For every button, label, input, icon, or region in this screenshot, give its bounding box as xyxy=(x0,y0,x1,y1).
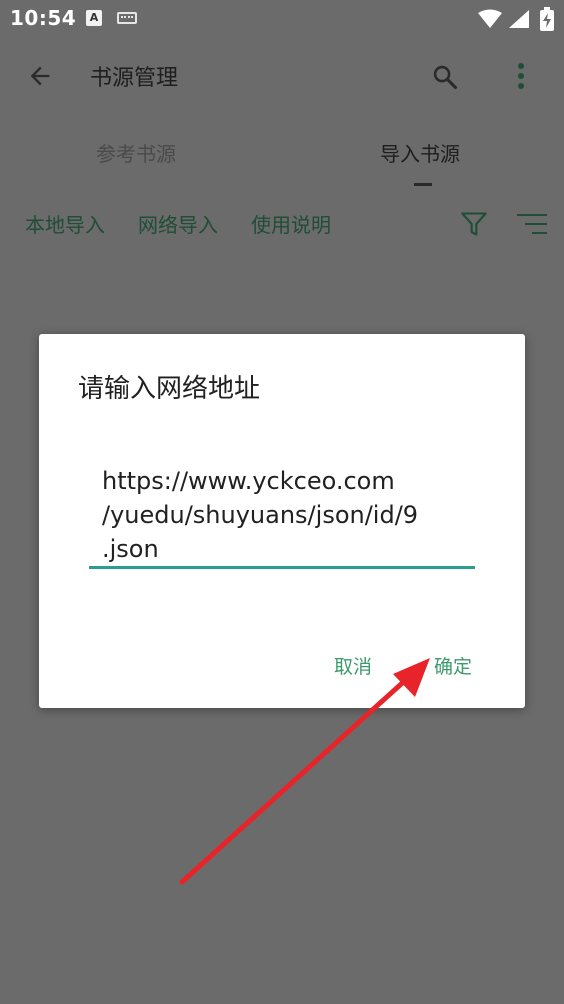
annotation-arrow-icon xyxy=(179,658,430,885)
